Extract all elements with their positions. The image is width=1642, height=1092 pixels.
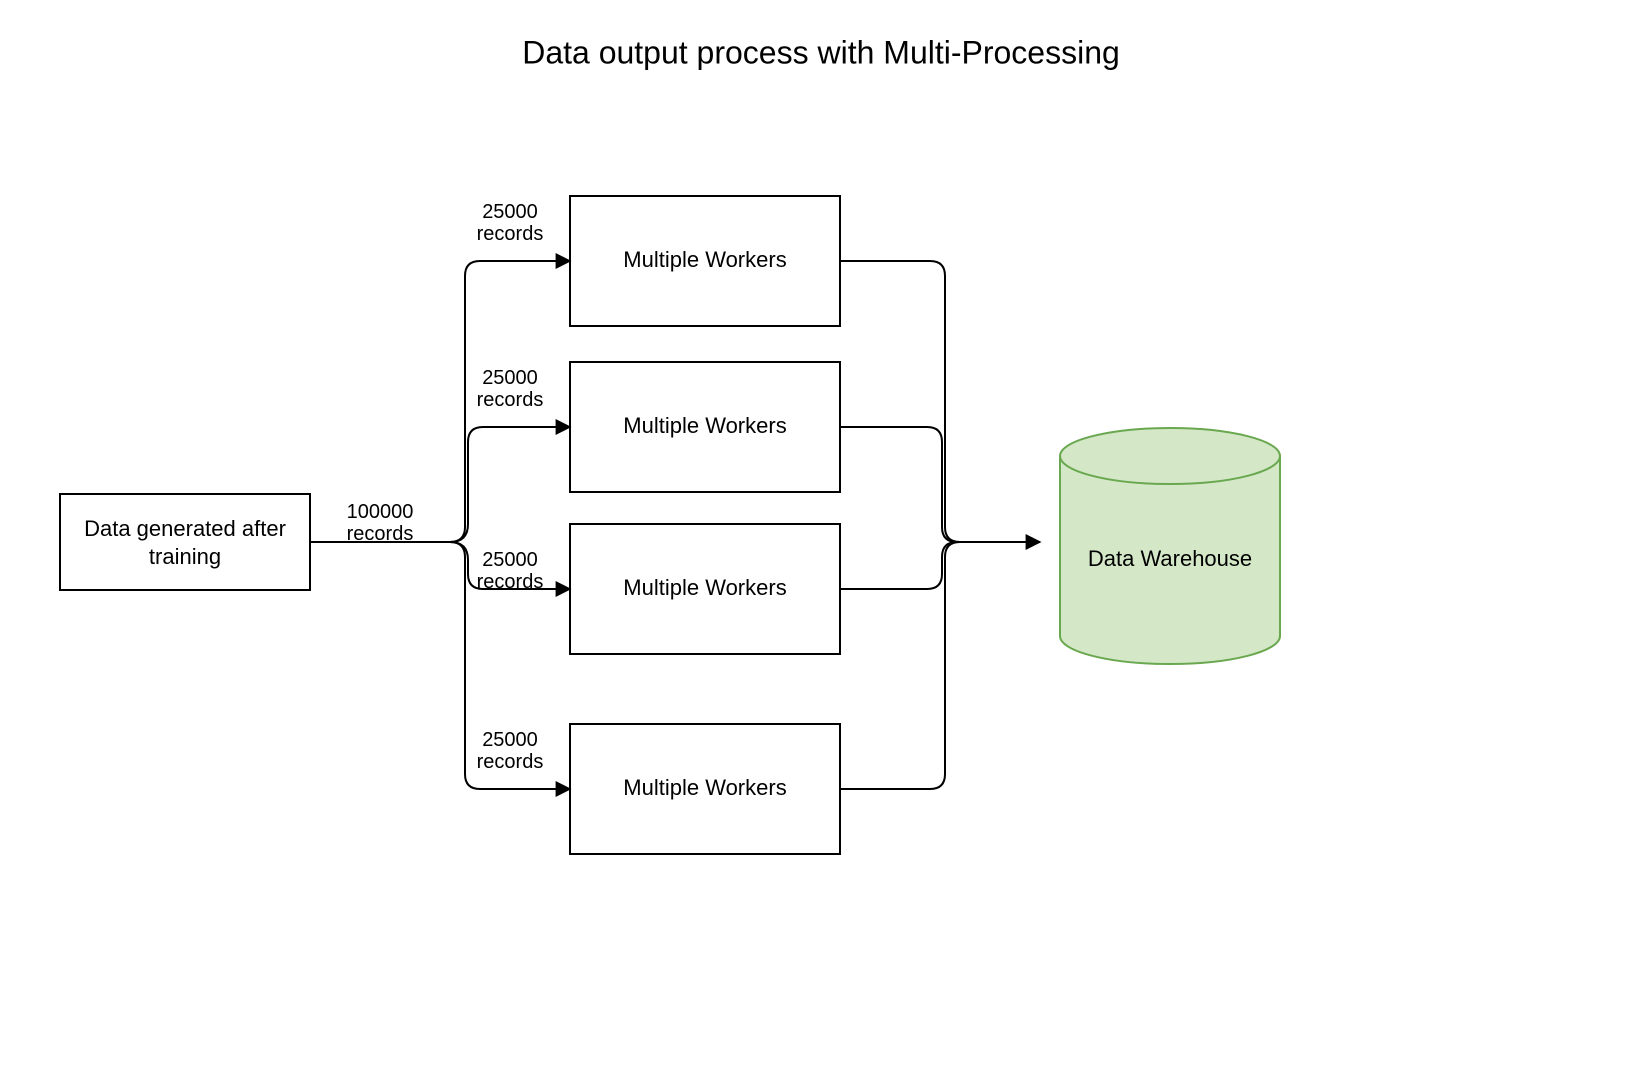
branch-label-3b: records bbox=[477, 571, 544, 593]
branch-label-1b: records bbox=[477, 223, 544, 245]
branch-labels: 25000 records 25000 records 25000 record… bbox=[477, 201, 544, 773]
worker-box-2: Multiple Workers bbox=[570, 362, 840, 492]
branch-label-2b: records bbox=[477, 389, 544, 411]
branch-label-4a: 25000 bbox=[482, 729, 538, 751]
source-line1: Data generated after bbox=[84, 516, 286, 541]
branch-label-1a: 25000 bbox=[482, 201, 538, 223]
diagram-title: Data output process with Multi-Processin… bbox=[522, 34, 1120, 70]
worker-box-4: Multiple Workers bbox=[570, 724, 840, 854]
worker-box-3: Multiple Workers bbox=[570, 524, 840, 654]
worker-label-2: Multiple Workers bbox=[623, 413, 786, 438]
worker-box-1: Multiple Workers bbox=[570, 196, 840, 326]
merge-arrows bbox=[840, 261, 1040, 789]
branch-label-4b: records bbox=[477, 751, 544, 773]
worker-label-4: Multiple Workers bbox=[623, 775, 786, 800]
worker-label-3: Multiple Workers bbox=[623, 575, 786, 600]
source-line2: training bbox=[149, 544, 221, 569]
source-edge-label-1: 100000 bbox=[347, 501, 414, 523]
data-warehouse-label: Data Warehouse bbox=[1088, 546, 1252, 571]
branch-label-3a: 25000 bbox=[482, 549, 538, 571]
source-box: Data generated after training bbox=[60, 494, 310, 590]
worker-label-1: Multiple Workers bbox=[623, 247, 786, 272]
branch-label-2a: 25000 bbox=[482, 367, 538, 389]
data-warehouse-cylinder: Data Warehouse bbox=[1060, 428, 1280, 664]
diagram: Data output process with Multi-Processin… bbox=[0, 0, 1642, 1092]
